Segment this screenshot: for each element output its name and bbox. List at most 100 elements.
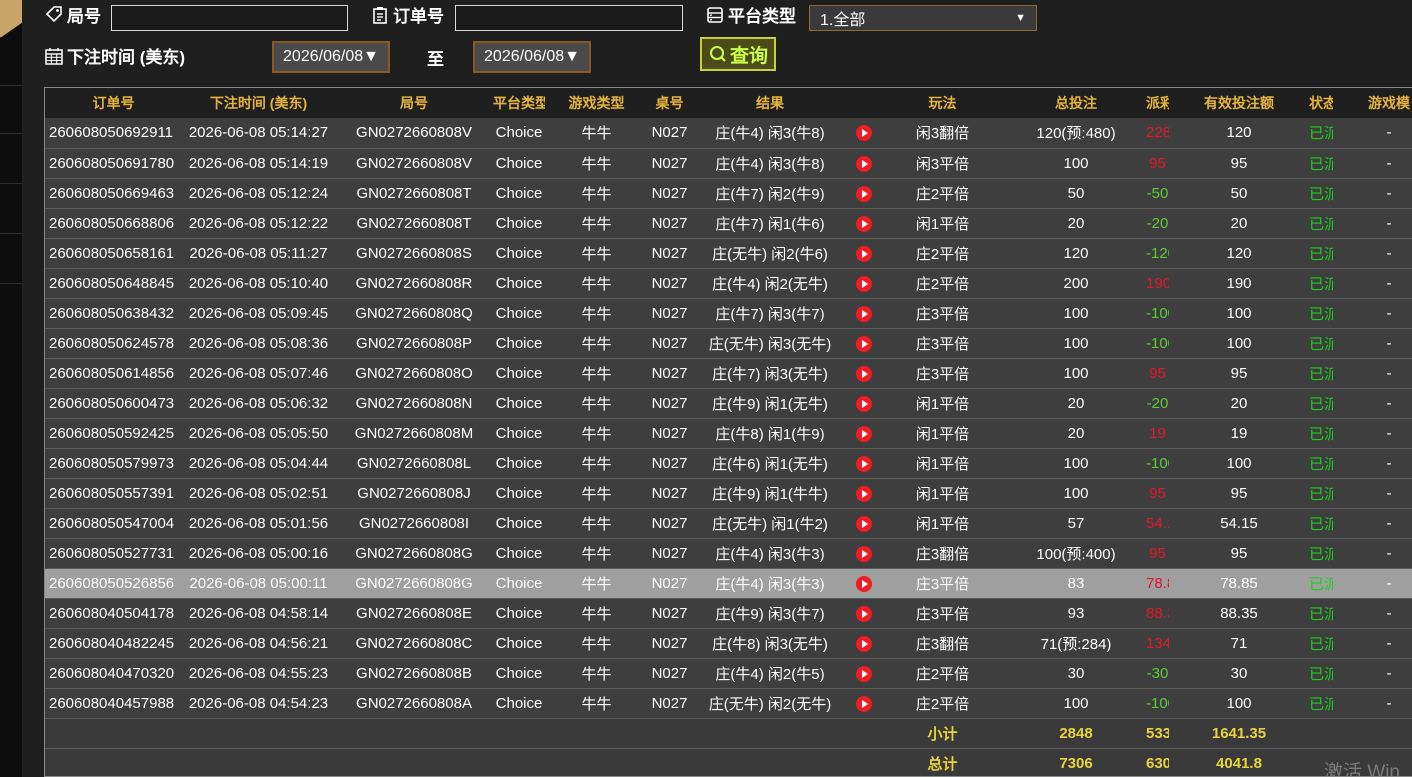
table-row[interactable]: 260608050547004 2026-06-08 05:01:56 GN0272…: [45, 508, 1412, 539]
left-nav-tab[interactable]: [0, 38, 22, 86]
play-icon[interactable]: [856, 335, 872, 352]
play-icon[interactable]: [856, 395, 872, 412]
total-bet-cell: 100: [1006, 358, 1146, 389]
result-cell: 庄(无牛) 闲2(牛6): [691, 238, 849, 269]
game-mode-cell: -: [1333, 568, 1412, 599]
tag-icon: [45, 5, 62, 22]
game-type-cell: 牛牛: [545, 538, 648, 569]
table-row[interactable]: 260608050668806 2026-06-08 05:12:22 GN0272…: [45, 208, 1412, 239]
main-panel: 局号 订单号 平台类型 1.全部 ▼ 下注时间 (美东) 2026/06/08▼…: [22, 0, 1412, 777]
play-icon[interactable]: [856, 695, 872, 712]
table-row[interactable]: 260608050692911 2026-06-08 05:14:27 GN0272…: [45, 118, 1412, 149]
game-type-cell: 牛牛: [545, 658, 648, 689]
platform-cell: Choice: [493, 148, 545, 179]
left-nav-tab[interactable]: [0, 236, 22, 284]
play-icon[interactable]: [856, 215, 872, 232]
query-button[interactable]: 查询: [700, 37, 776, 71]
status-cell: 已派彩: [1309, 538, 1333, 569]
replay-cell: [849, 568, 879, 599]
bet-time-cell: 2026-06-08 05:14:27: [182, 118, 335, 149]
table-row[interactable]: 260608050600473 2026-06-08 05:06:32 GN0272…: [45, 388, 1412, 419]
date-from-value: 2026/06/08▼: [283, 48, 379, 65]
play-icon[interactable]: [856, 485, 872, 502]
order-id-cell: 260608050638432: [45, 298, 182, 329]
total-bet-cell: 50: [1006, 178, 1146, 209]
platform-cell: Choice: [493, 688, 545, 719]
left-nav-tab[interactable]: [0, 186, 22, 234]
play-icon[interactable]: [856, 155, 872, 172]
table-row[interactable]: 260608050527731 2026-06-08 05:00:16 GN0272…: [45, 538, 1412, 569]
table-row[interactable]: 260608050648845 2026-06-08 05:10:40 GN0272…: [45, 268, 1412, 299]
summary-label: 小计: [879, 718, 1006, 749]
table-row[interactable]: 260608050691780 2026-06-08 05:14:19 GN0272…: [45, 148, 1412, 179]
table-number-cell: N027: [648, 688, 691, 719]
round-id-cell: GN0272660808V: [335, 148, 493, 179]
table-row[interactable]: 260608040482245 2026-06-08 04:56:21 GN0272…: [45, 628, 1412, 659]
play-icon[interactable]: [856, 125, 872, 142]
game-mode-cell: -: [1333, 118, 1412, 149]
left-nav-tab[interactable]: [0, 0, 22, 38]
table-number-cell: N027: [648, 598, 691, 629]
play-icon[interactable]: [856, 515, 872, 532]
table-number-cell: N027: [648, 298, 691, 329]
valid-bet-cell: 78.85: [1169, 568, 1309, 599]
play-type-cell: 庄2平倍: [879, 238, 1006, 269]
play-icon[interactable]: [856, 185, 872, 202]
play-type-cell: 闲1平倍: [879, 508, 1006, 539]
game-mode-cell: -: [1333, 358, 1412, 389]
payout-cell: -20: [1146, 208, 1169, 239]
play-icon[interactable]: [856, 545, 872, 562]
status-cell: 已派彩: [1309, 628, 1333, 659]
table-row[interactable]: 260608050658161 2026-06-08 05:11:27 GN0272…: [45, 238, 1412, 269]
play-icon[interactable]: [856, 665, 872, 682]
status-cell: 已派彩: [1309, 388, 1333, 419]
table-row[interactable]: 260608050592425 2026-06-08 05:05:50 GN0272…: [45, 418, 1412, 449]
table-row[interactable]: 260608040457988 2026-06-08 04:54:23 GN0272…: [45, 688, 1412, 719]
left-nav-tab[interactable]: [0, 86, 22, 134]
order-input[interactable]: [455, 5, 683, 31]
play-icon[interactable]: [856, 455, 872, 472]
play-icon[interactable]: [856, 275, 872, 292]
table-row[interactable]: 260608040470320 2026-06-08 04:55:23 GN0272…: [45, 658, 1412, 689]
table-row[interactable]: 260608050614856 2026-06-08 05:07:46 GN0272…: [45, 358, 1412, 389]
play-icon[interactable]: [856, 365, 872, 382]
summary-spacer: [45, 748, 879, 776]
table-row[interactable]: 260608050669463 2026-06-08 05:12:24 GN0272…: [45, 178, 1412, 209]
play-icon[interactable]: [856, 635, 872, 652]
play-icon[interactable]: [856, 425, 872, 442]
summary-spacer: [45, 718, 879, 749]
date-from-picker[interactable]: 2026/06/08▼: [272, 41, 390, 73]
table-row[interactable]: 260608040504178 2026-06-08 04:58:14 GN0272…: [45, 598, 1412, 629]
table-row[interactable]: 260608050579973 2026-06-08 05:04:44 GN0272…: [45, 448, 1412, 479]
order-id-cell: 260608050624578: [45, 328, 182, 359]
status-cell: 已派彩: [1309, 148, 1333, 179]
round-id-cell: GN0272660808V: [335, 118, 493, 149]
column-header: 游戏模: [1333, 88, 1412, 118]
play-type-cell: 闲1平倍: [879, 448, 1006, 479]
date-to-picker[interactable]: 2026/06/08▼: [473, 41, 591, 73]
table-row[interactable]: 260608050638432 2026-06-08 05:09:45 GN0272…: [45, 298, 1412, 329]
game-mode-cell: -: [1333, 268, 1412, 299]
play-icon[interactable]: [856, 605, 872, 622]
game-type-cell: 牛牛: [545, 328, 648, 359]
payout-cell: -100: [1146, 448, 1169, 479]
summary-label: 总计: [879, 748, 1006, 776]
order-id-cell: 260608040504178: [45, 598, 182, 629]
order-id-cell: 260608050526856: [45, 568, 182, 599]
round-id-cell: GN0272660808Q: [335, 298, 493, 329]
left-nav-tab[interactable]: [0, 136, 22, 184]
play-icon[interactable]: [856, 245, 872, 262]
round-id-cell: GN0272660808A: [335, 688, 493, 719]
play-icon[interactable]: [856, 575, 872, 592]
play-icon[interactable]: [856, 305, 872, 322]
round-input[interactable]: [111, 5, 348, 31]
total-bet-cell: 20: [1006, 418, 1146, 449]
platform-select[interactable]: 1.全部 ▼: [809, 5, 1037, 31]
table-row[interactable]: 260608050624578 2026-06-08 05:08:36 GN0272…: [45, 328, 1412, 359]
total-bet-cell: 20: [1006, 208, 1146, 239]
round-id-cell: GN0272660808G: [335, 538, 493, 569]
round-id-cell: GN0272660808O: [335, 358, 493, 389]
table-row[interactable]: 260608050526856 2026-06-08 05:00:11 GN0272…: [45, 568, 1412, 599]
table-row[interactable]: 260608050557391 2026-06-08 05:02:51 GN0272…: [45, 478, 1412, 509]
game-type-cell: 牛牛: [545, 118, 648, 149]
